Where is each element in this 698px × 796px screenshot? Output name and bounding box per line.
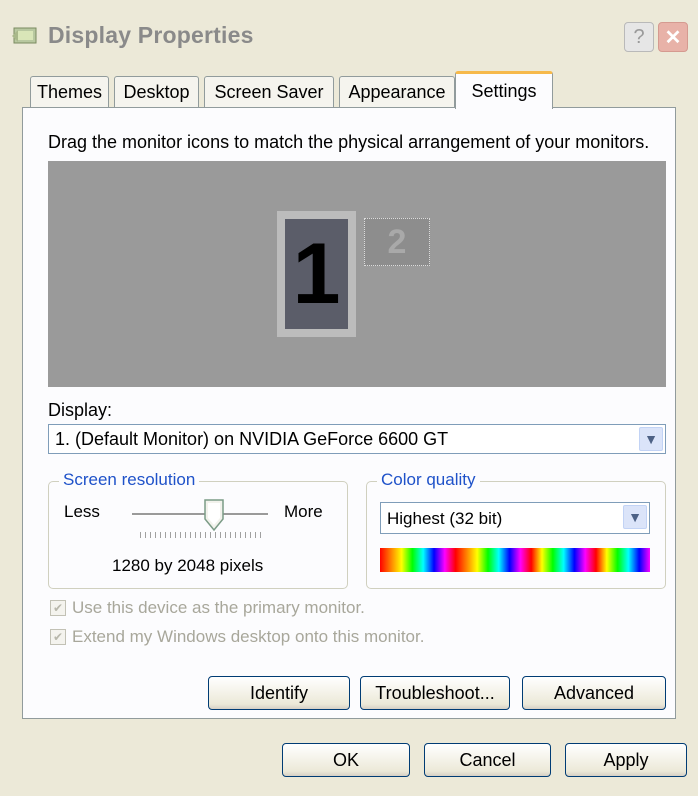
monitor-1[interactable]: 1 bbox=[277, 211, 356, 337]
color-quality-dropdown[interactable]: Highest (32 bit) ▼ bbox=[380, 502, 650, 534]
color-quality-preview-bar bbox=[380, 548, 650, 572]
primary-monitor-label: Use this device as the primary monitor. bbox=[72, 598, 365, 617]
resolution-slider-ticks bbox=[140, 532, 262, 538]
resolution-slider-track[interactable] bbox=[132, 513, 268, 516]
chevron-down-icon[interactable]: ▼ bbox=[623, 505, 647, 529]
display-properties-icon bbox=[12, 26, 40, 46]
resolution-slider-thumb[interactable] bbox=[203, 499, 224, 532]
display-label: Display: bbox=[48, 400, 113, 420]
close-button[interactable]: ✕ bbox=[658, 22, 688, 52]
display-dropdown-value: 1. (Default Monitor) on NVIDIA GeForce 6… bbox=[55, 429, 449, 449]
instruction-text: Drag the monitor icons to match the phys… bbox=[48, 132, 650, 152]
color-quality-group: Color quality bbox=[366, 470, 666, 589]
help-button[interactable]: ? bbox=[624, 22, 654, 52]
tab-appearance[interactable]: Appearance bbox=[339, 76, 455, 108]
tab-desktop[interactable]: Desktop bbox=[114, 76, 199, 108]
tab-themes[interactable]: Themes bbox=[30, 76, 109, 108]
monitor-2[interactable]: 2 bbox=[364, 218, 430, 266]
title-bar[interactable]: Display Properties ? ✕ bbox=[0, 0, 698, 62]
screen-resolution-title: Screen resolution bbox=[59, 470, 200, 490]
monitor-1-label: 1 bbox=[285, 219, 348, 329]
cancel-button[interactable]: Cancel bbox=[424, 743, 551, 777]
color-quality-title: Color quality bbox=[377, 470, 480, 490]
less-label: Less bbox=[64, 502, 100, 521]
primary-monitor-checkbox[interactable]: ✔ bbox=[50, 600, 66, 616]
display-dropdown[interactable]: 1. (Default Monitor) on NVIDIA GeForce 6… bbox=[48, 424, 666, 454]
more-label: More bbox=[284, 502, 323, 521]
resolution-value: 1280 by 2048 pixels bbox=[112, 556, 264, 575]
extend-desktop-checkbox[interactable]: ✔ bbox=[50, 629, 66, 645]
apply-button[interactable]: Apply bbox=[565, 743, 687, 777]
advanced-button[interactable]: Advanced bbox=[522, 676, 666, 710]
ok-button[interactable]: OK bbox=[282, 743, 410, 777]
extend-desktop-checkbox-row[interactable]: ✔ Extend my Windows desktop onto this mo… bbox=[50, 627, 424, 647]
window-title: Display Properties bbox=[48, 22, 254, 48]
extend-desktop-label: Extend my Windows desktop onto this moni… bbox=[72, 627, 425, 646]
chevron-down-icon[interactable]: ▼ bbox=[639, 427, 663, 451]
tab-settings[interactable]: Settings bbox=[455, 71, 553, 109]
identify-button[interactable]: Identify bbox=[208, 676, 350, 710]
display-properties-window: Display Properties ? ✕ Themes Desktop Sc… bbox=[0, 0, 698, 796]
troubleshoot-button[interactable]: Troubleshoot... bbox=[360, 676, 510, 710]
monitor-arrangement-area[interactable] bbox=[48, 161, 666, 387]
color-quality-value: Highest (32 bit) bbox=[387, 509, 503, 528]
tab-screen-saver[interactable]: Screen Saver bbox=[204, 76, 334, 108]
primary-monitor-checkbox-row[interactable]: ✔ Use this device as the primary monitor… bbox=[50, 598, 365, 618]
